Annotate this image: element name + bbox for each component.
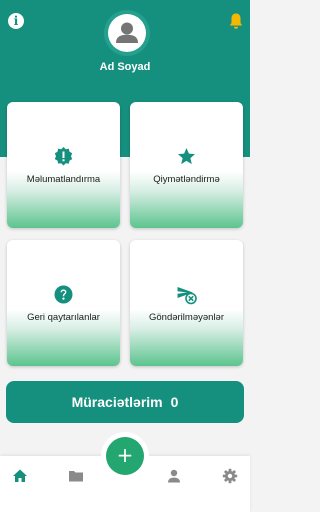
folder-icon — [69, 471, 83, 482]
info-icon[interactable]: i — [8, 13, 24, 29]
not-sent-icon — [177, 287, 197, 305]
person-icon — [168, 469, 180, 483]
card-label: Qiymətləndirmə — [153, 174, 220, 185]
nav-folder[interactable] — [68, 468, 84, 484]
card-not-sent[interactable]: Göndərilməyənlər — [130, 240, 243, 366]
card-label: Göndərilməyənlər — [149, 312, 224, 323]
nav-profile[interactable] — [166, 468, 182, 484]
help-icon — [54, 285, 73, 304]
card-label: Məlumatlandırma — [26, 174, 101, 185]
avatar[interactable] — [108, 14, 146, 52]
alert-badge-icon — [54, 147, 73, 166]
my-applications-label: Müraciətlərim — [71, 394, 163, 410]
gear-icon — [222, 468, 238, 484]
my-applications-button[interactable]: Müraciətlərim 0 — [6, 381, 244, 423]
nav-settings[interactable] — [222, 468, 238, 484]
add-button[interactable]: + — [106, 437, 144, 475]
bell-icon[interactable] — [228, 12, 244, 30]
nav-home[interactable] — [12, 468, 28, 484]
card-notifications[interactable]: Məlumatlandırma — [7, 102, 120, 228]
user-name: Ad Soyad — [99, 61, 151, 73]
person-icon — [116, 22, 138, 43]
home-icon — [13, 469, 27, 482]
card-rating[interactable]: Qiymətləndirmə — [130, 102, 243, 228]
my-applications-count: 0 — [170, 394, 179, 410]
card-label: Geri qaytarılanlar — [27, 312, 100, 323]
star-icon — [178, 148, 195, 165]
card-returned[interactable]: Geri qaytarılanlar — [7, 240, 120, 366]
plus-icon: + — [116, 443, 134, 467]
